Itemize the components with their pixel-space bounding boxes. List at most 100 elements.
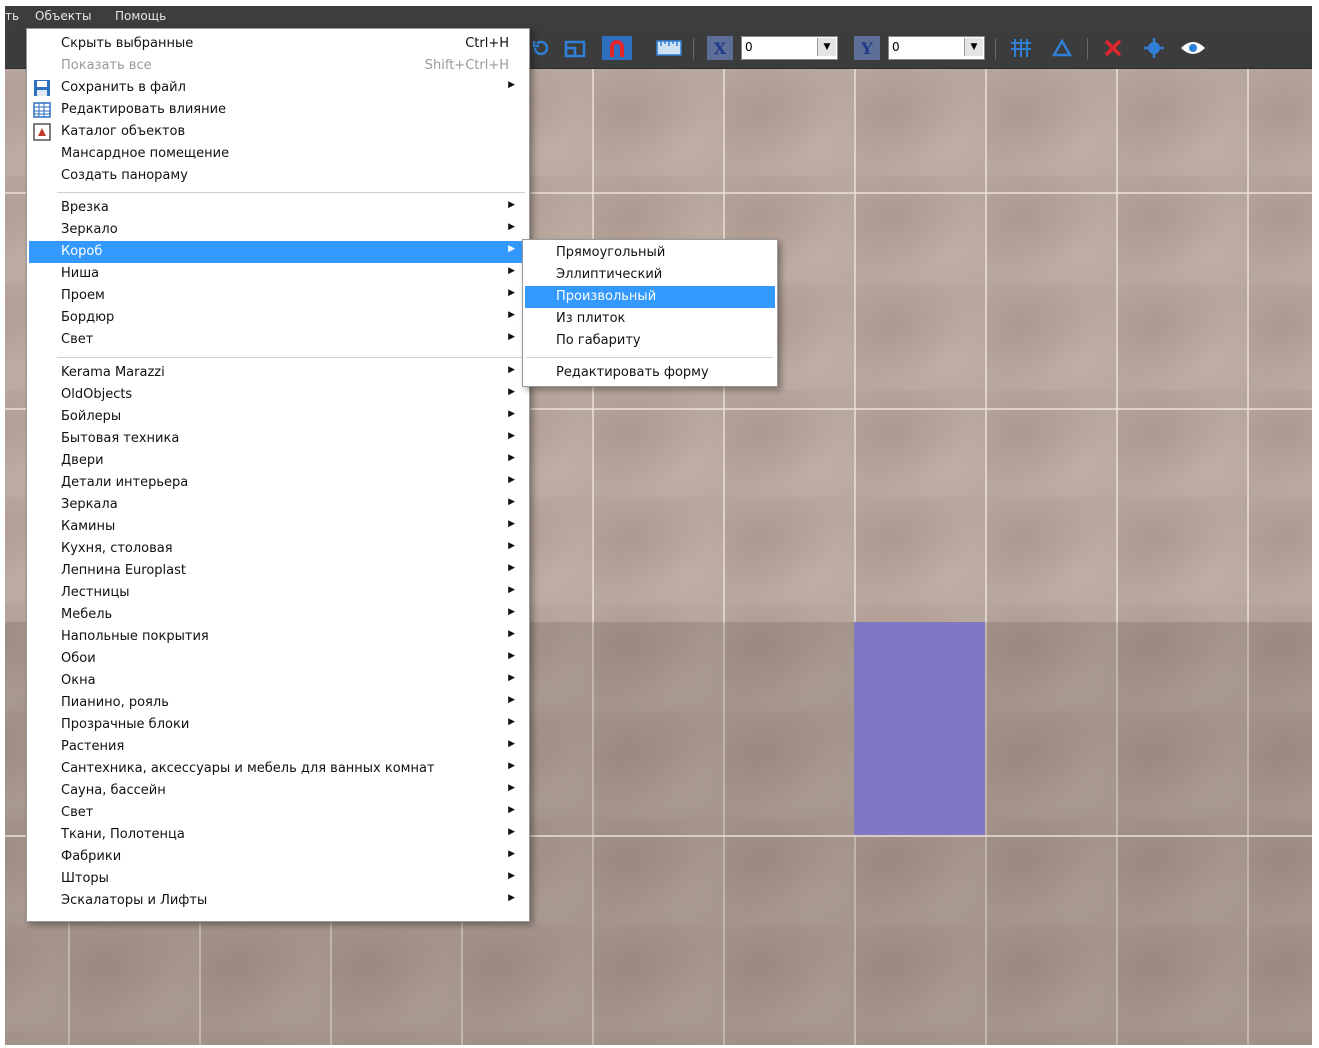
y-dropdown-icon[interactable]: ▼ [964,38,983,56]
menu-item-label: Детали интерьера [61,475,189,490]
menu-item-save-to-file[interactable]: Сохранить в файл ▶ [29,77,527,99]
menu-item-catalog[interactable]: Сауна, бассейн ▶ [29,780,527,802]
eye-icon[interactable] [1179,36,1207,60]
resize-icon[interactable] [563,36,587,60]
menu-item-box[interactable]: Короб ▶ [29,241,527,263]
submenu-arrow-icon: ▶ [508,585,515,595]
menu-item-catalog[interactable]: Ткани, Полотенца ▶ [29,824,527,846]
menu-item-label: Показать все [61,58,152,73]
menu-item-shortcut: Shift+Ctrl+H [424,58,509,73]
menu-item-catalog[interactable]: Растения ▶ [29,736,527,758]
box-submenu: Прямоугольный Эллиптический Произвольный… [522,239,778,387]
menu-item-catalog[interactable]: Двери ▶ [29,450,527,472]
selected-object[interactable] [854,622,985,835]
submenu-arrow-icon: ▶ [508,288,515,298]
submenu-arrow-icon: ▶ [508,761,515,771]
triangle-icon[interactable] [1050,36,1074,60]
menu-item-mirror[interactable]: Зеркало ▶ [29,219,527,241]
menu-item-label: Лестницы [61,585,130,600]
menu-item-catalog[interactable]: Эскалаторы и Лифты ▶ [29,890,527,912]
menubar-item-file[interactable]: ть [5,9,19,23]
submenu-arrow-icon: ▶ [508,365,515,375]
menu-item-label: Бордюр [61,310,115,325]
menu-item-catalog[interactable]: Бытовая техника ▶ [29,428,527,450]
menu-item-label: Из плиток [556,311,626,326]
menu-item-catalog[interactable]: Бойлеры ▶ [29,406,527,428]
submenu-arrow-icon: ▶ [508,497,515,507]
menu-item-catalog[interactable]: Напольные покрытия ▶ [29,626,527,648]
menu-item-label: Скрыть выбранные [61,36,194,51]
menu-item-catalog[interactable]: Зеркала ▶ [29,494,527,516]
menu-item-catalog[interactable]: Свет ▶ [29,802,527,824]
submenu-arrow-icon: ▶ [508,563,515,573]
grid-icon[interactable] [1007,36,1035,60]
menu-item-object-catalog[interactable]: Каталог объектов [29,121,527,143]
menu-item-catalog[interactable]: Сантехника, аксессуары и мебель для ванн… [29,758,527,780]
menu-item-label: Каталог объектов [61,124,186,139]
submenu-arrow-icon: ▶ [508,431,515,441]
menu-item-create-panorama[interactable]: Создать панораму [29,165,527,187]
submenu-item-elliptical[interactable]: Эллиптический [525,264,775,286]
objects-menu: Скрыть выбранные Ctrl+H Показать все Shi… [26,28,530,922]
rotate-icon[interactable] [530,36,552,60]
submenu-arrow-icon: ▶ [508,783,515,793]
menu-item-catalog[interactable]: Лестницы ▶ [29,582,527,604]
menu-item-niche[interactable]: Ниша ▶ [29,263,527,285]
menu-item-catalog[interactable]: Обои ▶ [29,648,527,670]
center-icon[interactable] [1141,36,1167,60]
menu-item-label: Свет [61,805,94,820]
delete-icon[interactable] [1101,36,1125,60]
menu-item-catalog[interactable]: Камины ▶ [29,516,527,538]
y-coordinate-field[interactable]: 0 ▼ [888,36,985,60]
table-icon [33,101,51,119]
submenu-arrow-icon: ▶ [508,673,515,683]
submenu-item-from-tiles[interactable]: Из плиток [525,308,775,330]
menu-item-catalog[interactable]: Kerama Marazzi ▶ [29,362,527,384]
menu-item-label: Редактировать форму [556,365,709,380]
submenu-arrow-icon: ▶ [508,805,515,815]
menu-item-label: Эскалаторы и Лифты [61,893,208,908]
submenu-arrow-icon: ▶ [508,332,515,342]
menubar-item-help[interactable]: Помощь [115,9,166,23]
menu-item-opening[interactable]: Проем ▶ [29,285,527,307]
menu-item-label: Лепнина Europlast [61,563,186,578]
menu-item-attic-room[interactable]: Мансардное помещение [29,143,527,165]
magnet-icon[interactable] [602,36,632,60]
menu-item-label: Сохранить в файл [61,80,186,95]
x-coordinate-field[interactable]: 0 ▼ [741,36,838,60]
menu-item-label: Зеркала [61,497,118,512]
menubar-item-objects[interactable]: Объекты [35,9,91,23]
menu-item-catalog[interactable]: OldObjects ▶ [29,384,527,406]
menu-item-hide-selected[interactable]: Скрыть выбранные Ctrl+H [29,33,527,55]
menu-item-catalog[interactable]: Лепнина Europlast ▶ [29,560,527,582]
menu-item-catalog[interactable]: Детали интерьера ▶ [29,472,527,494]
submenu-arrow-icon: ▶ [508,475,515,485]
submenu-item-edit-shape[interactable]: Редактировать форму [525,362,775,384]
submenu-item-by-dimensions[interactable]: По габариту [525,330,775,352]
menu-item-insert[interactable]: Врезка ▶ [29,197,527,219]
menu-item-light[interactable]: Свет ▶ [29,329,527,351]
x-value: 0 [745,40,753,54]
menu-item-edit-influence[interactable]: Редактировать влияние [29,99,527,121]
menu-item-catalog[interactable]: Мебель ▶ [29,604,527,626]
ruler-icon[interactable] [655,36,683,60]
menu-item-catalog[interactable]: Кухня, столовая ▶ [29,538,527,560]
menu-item-catalog[interactable]: Прозрачные блоки ▶ [29,714,527,736]
x-dropdown-icon[interactable]: ▼ [817,38,836,56]
menu-item-shortcut: Ctrl+H [465,36,509,51]
menu-item-show-all[interactable]: Показать все Shift+Ctrl+H [29,55,527,77]
submenu-arrow-icon: ▶ [508,695,515,705]
submenu-arrow-icon: ▶ [508,222,515,232]
menu-item-catalog[interactable]: Окна ▶ [29,670,527,692]
menu-item-label: Создать панораму [61,168,188,183]
menu-item-catalog[interactable]: Фабрики ▶ [29,846,527,868]
submenu-arrow-icon: ▶ [508,827,515,837]
menu-item-border[interactable]: Бордюр ▶ [29,307,527,329]
submenu-item-arbitrary[interactable]: Произвольный [525,286,775,308]
x-label: X [707,36,733,60]
menu-item-catalog[interactable]: Пианино, рояль ▶ [29,692,527,714]
submenu-item-rectangular[interactable]: Прямоугольный [525,242,775,264]
submenu-arrow-icon: ▶ [508,200,515,210]
menu-item-catalog[interactable]: Шторы ▶ [29,868,527,890]
catalog-icon [33,123,51,141]
